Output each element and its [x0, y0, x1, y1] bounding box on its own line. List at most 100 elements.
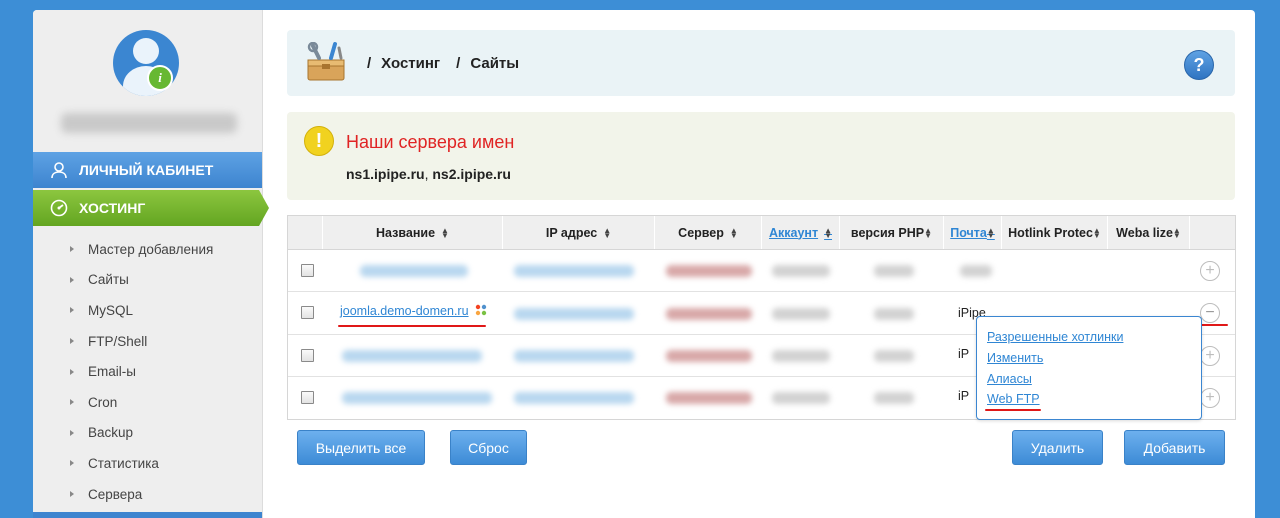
user-icon — [49, 160, 69, 180]
blurred-php — [874, 350, 914, 362]
username-blurred — [61, 113, 237, 133]
column-account[interactable]: Аккаунт ▲ ▼ — [762, 216, 840, 249]
collapse-minus-icon[interactable]: − — [1200, 303, 1220, 323]
sidebar-item-emails[interactable]: Email-ы — [33, 356, 262, 387]
blurred-server — [666, 392, 752, 404]
blurred-account — [772, 265, 830, 277]
reset-button[interactable]: Сброс — [450, 430, 527, 465]
arrow-right-icon — [70, 429, 74, 436]
sort-icon[interactable]: ▲ ▼ — [1173, 226, 1181, 239]
sidebar-item-servers[interactable]: Сервера — [33, 479, 262, 510]
breadcrumb-hosting[interactable]: Хостинг — [381, 55, 440, 72]
arrow-right-icon — [70, 491, 74, 498]
blurred-php — [874, 308, 914, 320]
nameserver-notice: ! Наши сервера имен ns1.ipipe.ru, ns2.ip… — [287, 112, 1235, 200]
expand-plus-icon[interactable]: + — [1200, 388, 1220, 408]
column-ip[interactable]: IP адрес ▲ ▼ — [503, 216, 655, 249]
sidebar-item-label: Сайты — [88, 272, 129, 288]
column-server[interactable]: Сервер ▲ ▼ — [655, 216, 762, 249]
avatar-head — [133, 38, 159, 64]
header-checkbox-column — [288, 216, 323, 249]
sidebar-item-statistics[interactable]: Статистика — [33, 448, 262, 479]
row-checkbox[interactable] — [301, 306, 314, 319]
hosting-subnav: Мастер добавления Сайты MySQL FTP/Shell … — [33, 234, 262, 509]
ns1-value: ns1.ipipe.ru — [346, 166, 425, 182]
notice-nameservers: ns1.ipipe.ru, ns2.ipipe.ru — [346, 166, 511, 182]
blurred-domain — [342, 392, 492, 404]
blurred-server — [666, 265, 752, 277]
blurred-domain — [342, 350, 482, 362]
sort-icon[interactable]: ▲ ▼ — [730, 226, 738, 239]
toolbox-icon — [305, 41, 347, 82]
sort-icon[interactable]: ▲ ▼ — [441, 226, 449, 239]
blurred-account — [772, 392, 830, 404]
arrow-right-icon — [70, 307, 74, 314]
menu-personal-cabinet[interactable]: ЛИЧНЫЙ КАБИНЕТ — [33, 152, 262, 188]
mail-value: iP — [958, 389, 970, 403]
blurred-account — [772, 308, 830, 320]
sort-icon[interactable]: ▲ ▼ — [1093, 226, 1101, 239]
expand-plus-icon[interactable]: + — [1200, 346, 1220, 366]
sidebar-item-cron[interactable]: Cron — [33, 387, 262, 418]
column-php-version[interactable]: версия PHP ▲ ▼ — [840, 216, 944, 249]
breadcrumb-separator: / — [367, 54, 372, 72]
sidebar-item-label: FTP/Shell — [88, 333, 148, 349]
sort-icon[interactable]: ▲ ▼ — [824, 226, 832, 239]
menu-item-aliases[interactable]: Алиасы — [987, 372, 1032, 386]
table-row: + — [288, 250, 1235, 292]
sidebar-item-backup[interactable]: Backup — [33, 418, 262, 449]
delete-button[interactable]: Удалить — [1012, 430, 1103, 465]
sidebar: i ЛИЧНЫЙ КАБИНЕТ ХОСТИНГ Мастер добавлен… — [33, 10, 269, 518]
joomla-icon — [475, 304, 487, 316]
row-checkbox[interactable] — [301, 349, 314, 362]
blurred-server — [666, 308, 752, 320]
sidebar-item-label: MySQL — [88, 302, 134, 318]
mail-value: iP — [958, 347, 970, 361]
sort-icon[interactable]: ▲ ▼ — [924, 226, 932, 239]
sidebar-item-mysql[interactable]: MySQL — [33, 295, 262, 326]
ns2-value: ns2.ipipe.ru — [432, 166, 511, 182]
select-all-button[interactable]: Выделить все — [297, 430, 425, 465]
sidebar-item-sites[interactable]: Сайты — [33, 265, 262, 296]
blurred-ip — [514, 265, 634, 277]
sidebar-item-wizard[interactable]: Мастер добавления — [33, 234, 262, 265]
arrow-right-icon — [70, 399, 74, 406]
column-mail[interactable]: Почта ▲ ▼ — [944, 216, 1002, 249]
table-header: Название ▲ ▼ IP адрес ▲ ▼ Сервер ▲ ▼ Аккаунт ▲ ▼… — [288, 216, 1235, 250]
row-actions-popup: Разрешенные хотлинки Изменить Алиасы Web… — [976, 316, 1202, 420]
sort-icon[interactable]: ▲ ▼ — [603, 226, 611, 239]
add-button[interactable]: Добавить — [1124, 430, 1225, 465]
blurred-ip — [514, 392, 634, 404]
blurred-account — [772, 350, 830, 362]
breadcrumb-separator: / — [456, 54, 461, 72]
column-webalizer[interactable]: Weba lize ▲ ▼ — [1108, 216, 1190, 249]
column-hotlink[interactable]: Hotlink Protec ▲ ▼ — [1002, 216, 1108, 249]
column-name[interactable]: Название ▲ ▼ — [323, 216, 503, 249]
arrow-right-icon — [70, 338, 74, 345]
row-checkbox[interactable] — [301, 391, 314, 404]
blurred-domain — [360, 265, 468, 277]
help-icon[interactable]: ? — [1184, 50, 1214, 80]
menu-item-web-ftp[interactable]: Web FTP — [987, 392, 1040, 406]
site-domain-link[interactable]: joomla.demo-domen.ru — [340, 304, 469, 318]
blurred-server — [666, 350, 752, 362]
menu-item-allowed-hotlinks[interactable]: Разрешенные хотлинки — [987, 330, 1123, 344]
sidebar-item-ftp-shell[interactable]: FTP/Shell — [33, 326, 262, 357]
warning-icon: ! — [304, 126, 334, 156]
blurred-ip — [514, 350, 634, 362]
row-checkbox[interactable] — [301, 264, 314, 277]
app-window: i ЛИЧНЫЙ КАБИНЕТ ХОСТИНГ Мастер добавлен… — [33, 10, 1255, 518]
sort-icon[interactable]: ▲ ▼ — [987, 226, 995, 239]
gauge-icon — [49, 198, 69, 218]
page-header: / Хостинг / Сайты ? — [287, 30, 1235, 96]
blurred-php — [874, 392, 914, 404]
info-icon[interactable]: i — [147, 65, 173, 91]
expand-plus-icon[interactable]: + — [1200, 261, 1220, 281]
sidebar-bottom-bar — [33, 512, 262, 518]
arrow-right-icon — [70, 276, 74, 283]
ns-separator: , — [424, 166, 429, 182]
menu-hosting[interactable]: ХОСТИНГ — [33, 190, 269, 226]
menu-personal-cabinet-label: ЛИЧНЫЙ КАБИНЕТ — [79, 162, 214, 178]
menu-item-edit[interactable]: Изменить — [987, 351, 1043, 365]
sidebar-item-label: Cron — [88, 394, 118, 410]
